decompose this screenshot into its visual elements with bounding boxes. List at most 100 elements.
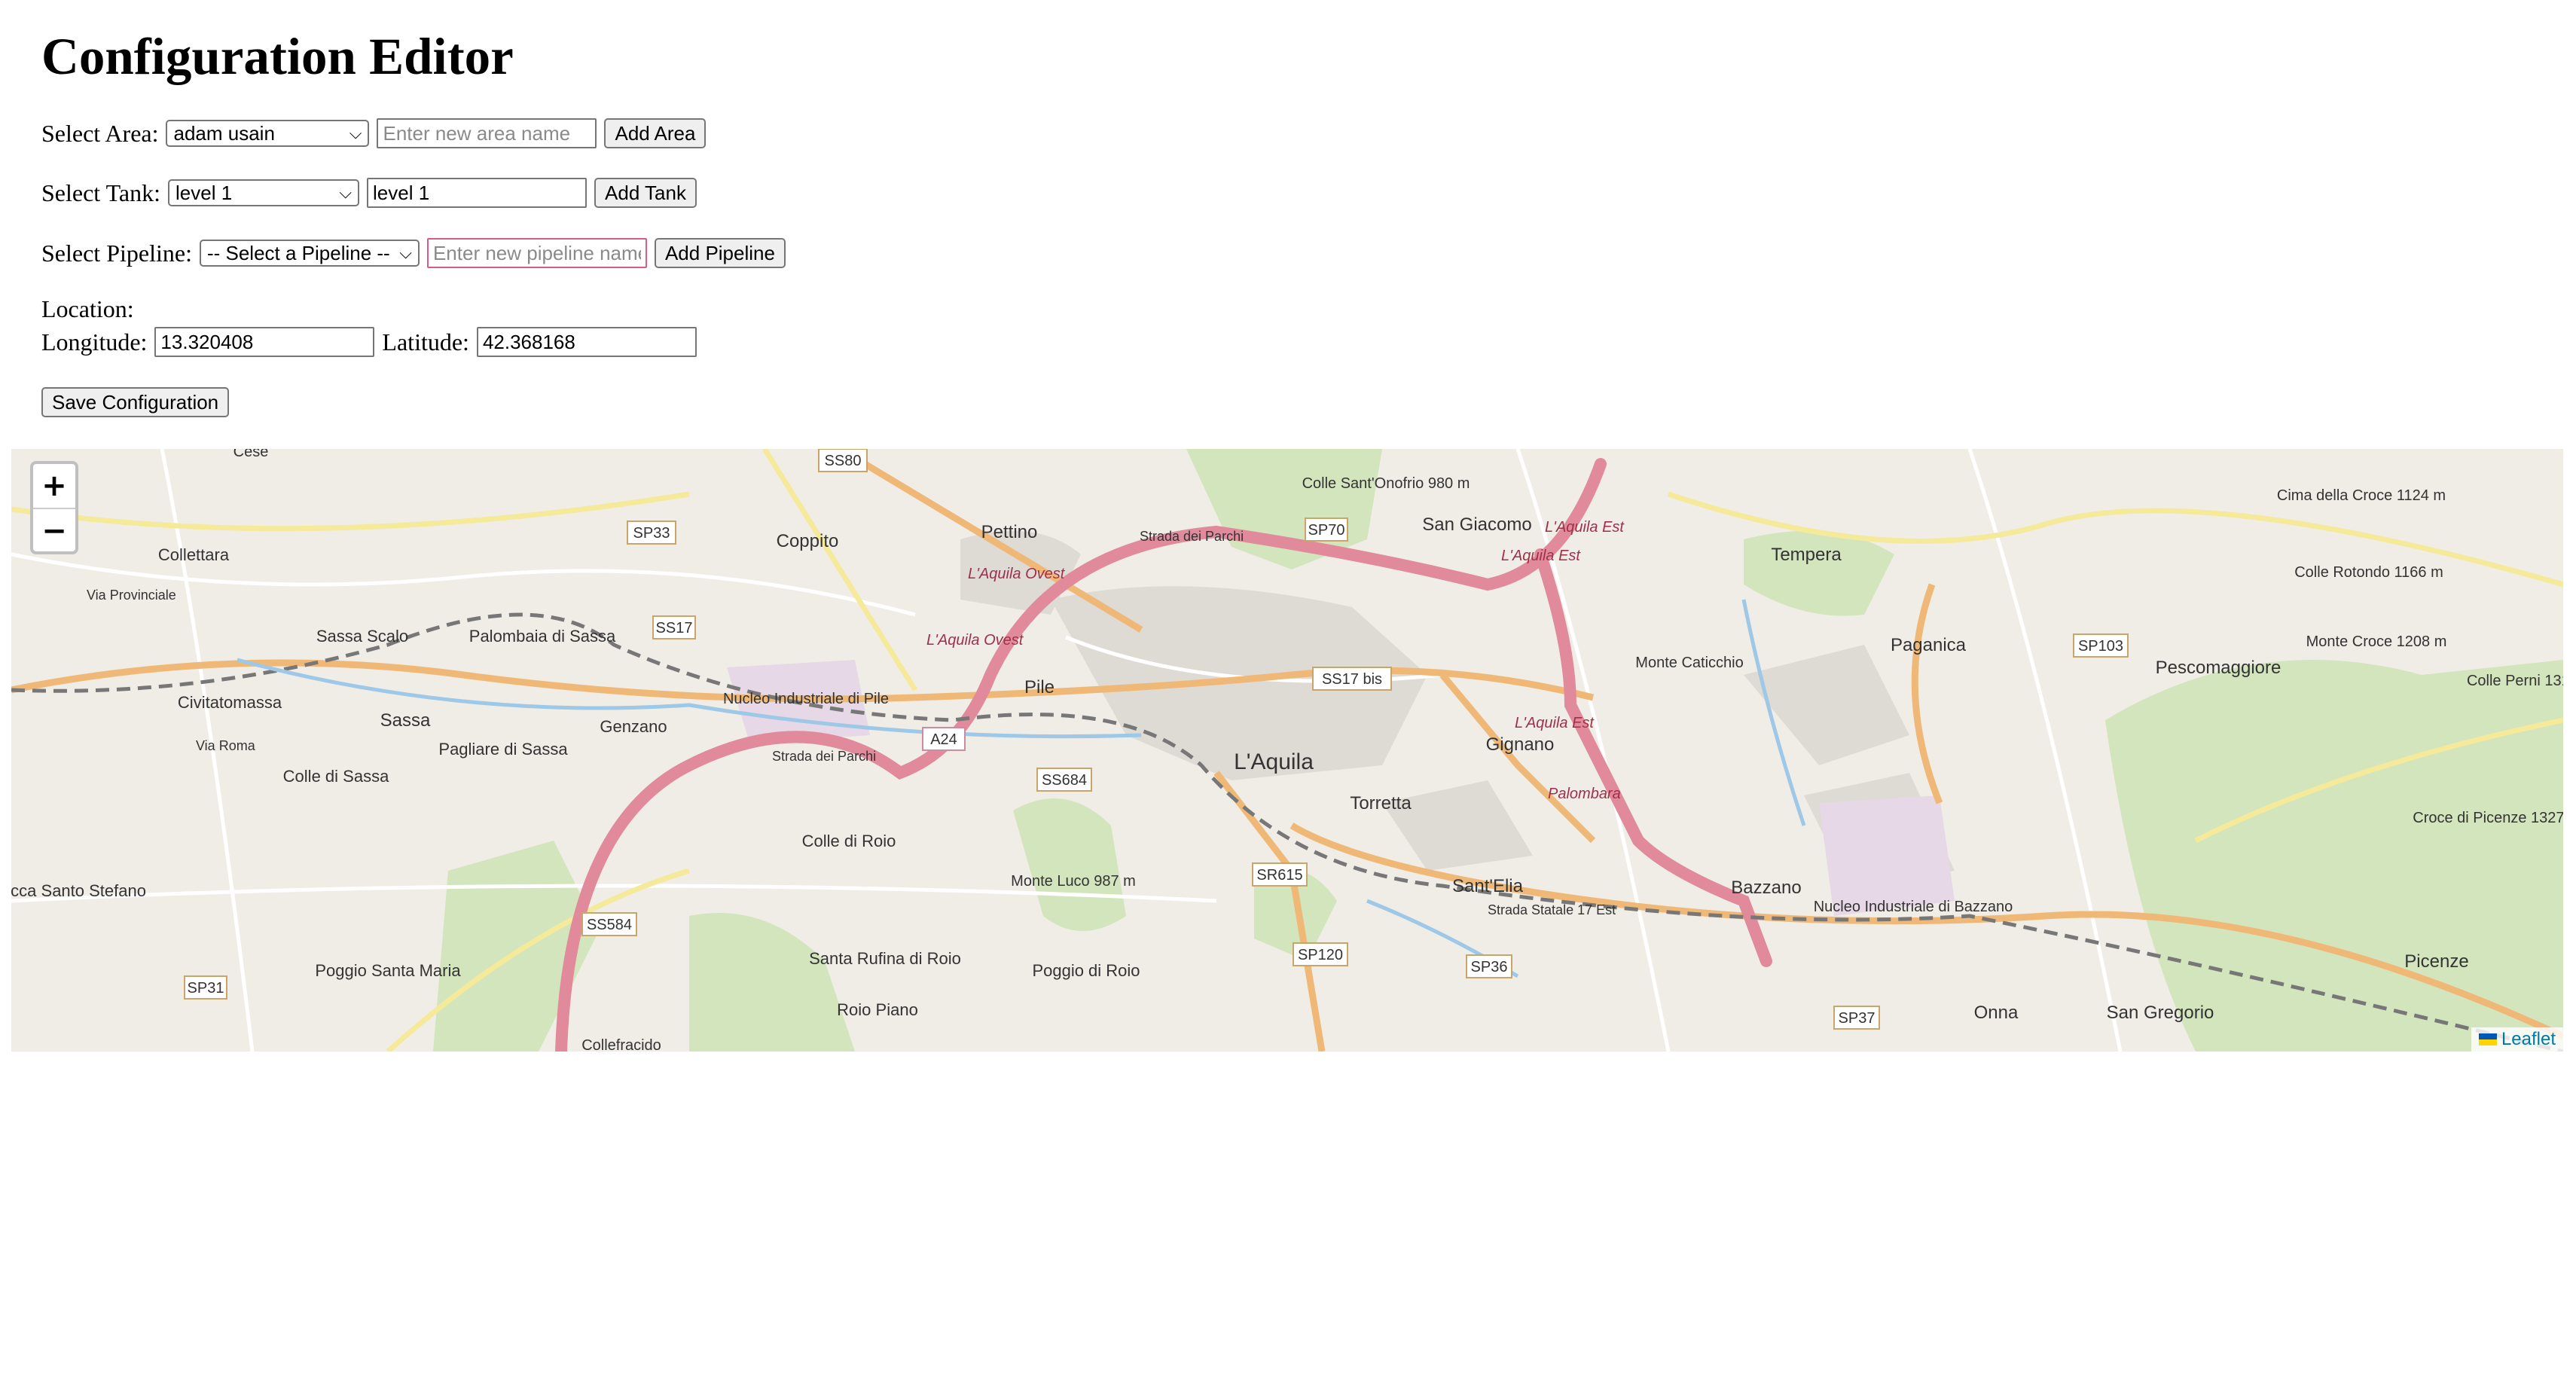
map-place-label: Collefracido [581,1037,661,1052]
new-tank-input[interactable] [367,178,588,208]
map-place-label: L'Aquila [1234,749,1314,774]
map-road-label: SS584 [587,917,632,933]
map[interactable]: L'Aquila Pettino Coppito San Giacomo Tem… [11,449,2563,1052]
map-place-label: Tempera [1771,545,1842,565]
map-place-label: Monte Caticchio [1635,655,1743,671]
area-label: Select Area: [41,119,159,147]
map-road-name: L'Aquila Est [1545,519,1625,536]
map-road-label: SP36 [1471,959,1508,975]
map-place-label: Colle Rotondo 1166 m [2294,564,2443,581]
map-place-label: Palombaia di Sassa [469,627,616,646]
map-road-label: SP70 [1308,522,1345,539]
map-tiles: L'Aquila Pettino Coppito San Giacomo Tem… [11,449,2563,1052]
pipeline-row: Select Pipeline: -- Select a Pipeline --… [41,237,786,270]
map-place-label: Onna [1974,1003,2019,1023]
map-road-name: Palombara [1548,786,1621,802]
new-area-input[interactable] [377,118,597,148]
chevron-down-icon: ⌵ [349,124,362,142]
ukraine-flag-icon [2478,1033,2497,1045]
map-road-label: SS684 [1042,772,1087,789]
map-place-label: Paganica [1891,635,1967,655]
map-place-label: Collettara [158,545,230,564]
map-place-label: Bazzano [1731,878,1801,898]
map-place-label: Picenze [2404,951,2468,972]
map-place-label: Genzano [600,717,667,736]
map-place-label: Nucleo Industriale di Bazzano [1814,899,2013,915]
map-road-label: SS17 bis [1322,671,1382,688]
tank-row: Select Tank: level 1 ⌵ Add Tank [41,176,697,209]
pipeline-select-value: -- Select a Pipeline -- [206,241,390,264]
add-tank-button[interactable]: Add Tank [594,178,697,208]
page-title: Configuration Editor [41,28,514,85]
map-road-label: SS80 [825,453,862,469]
tank-select[interactable]: level 1 ⌵ [168,179,360,206]
chevron-down-icon: ⌵ [339,183,353,202]
map-road-label: SP31 [188,980,224,997]
map-place-label: Santa Rufina di Roio [809,949,961,968]
map-place-label: Poggio di Roio [1032,961,1140,980]
new-pipeline-input[interactable] [426,238,647,268]
add-area-button[interactable]: Add Area [604,118,707,148]
map-road-name: Strada dei Parchi [1140,529,1244,544]
map-place-label: Coppito [777,531,839,551]
map-place-label: Colle di Sassa [283,767,389,786]
map-place-label: Torretta [1350,793,1412,813]
area-select[interactable]: adam usain ⌵ [166,120,370,147]
map-place-label: Gignano [1486,734,1555,755]
tank-label: Select Tank: [41,179,161,206]
map-place-label: Colle di Roio [802,832,896,850]
map-place-label: Croce di Picenze 1327 m [2413,810,2563,826]
map-place-label: Sassa [380,710,431,731]
map-place-label: Monte Croce 1208 m [2306,633,2447,650]
tank-select-value: level 1 [175,181,233,204]
map-attribution: Leaflet [2471,1027,2563,1052]
longitude-input[interactable] [154,327,375,357]
map-place-label: Roio Piano [837,1000,918,1019]
coordinates-row: Longitude: Latitude: [41,325,697,359]
map-place-label: Sant'Elia [1452,876,1524,896]
map-road-label: SS17 [656,620,693,636]
map-road-name: L'Aquila Est [1501,548,1581,564]
map-road-name: Via Provinciale [87,588,176,603]
map-place-label: Cese [233,449,269,460]
map-place-label: Colle Perni 1312 m [2467,673,2563,689]
area-select-value: adam usain [173,121,275,145]
map-place-label: Pescomaggiore [2156,658,2281,678]
map-road-label: SP120 [1298,947,1343,963]
pipeline-label: Select Pipeline: [41,239,192,267]
map-place-label: Cima della Croce 1124 m [2277,487,2446,504]
configuration-editor-page: Configuration Editor Select Area: adam u… [0,0,2576,1395]
chevron-down-icon: ⌵ [399,243,412,262]
map-road-name: L'Aquila Est [1515,715,1595,731]
map-road-label: A24 [930,731,957,748]
map-road-name: L'Aquila Ovest [926,632,1024,649]
add-pipeline-button[interactable]: Add Pipeline [654,238,786,268]
location-label: Location: [41,295,134,322]
map-place-label: Colle Sant'Onofrio 980 m [1302,475,1470,492]
map-place-label: Pettino [981,522,1038,542]
map-place-label: San Giacomo [1422,514,1531,535]
map-road-label: SP33 [633,525,670,542]
longitude-label: Longitude: [41,328,148,356]
map-road-name: Strada dei Parchi [772,749,876,764]
save-row: Save Configuration [41,386,230,419]
map-place-label: Sassa Scalo [316,627,408,646]
map-place-label: Civitatomassa [178,693,282,712]
zoom-in-button[interactable]: + [33,464,75,509]
zoom-out-button[interactable]: − [33,509,75,551]
map-place-label: Pagliare di Sassa [438,740,568,759]
map-road-label: SR615 [1256,867,1302,884]
map-place-label: Rocca Santo Stefano [11,881,146,900]
pipeline-select[interactable]: -- Select a Pipeline -- ⌵ [199,240,420,267]
latitude-input[interactable] [476,327,697,357]
map-place-label: Monte Luco 987 m [1011,873,1136,890]
save-configuration-button[interactable]: Save Configuration [41,387,230,417]
map-road-name: L'Aquila Ovest [968,566,1066,582]
map-road-label: SP37 [1839,1010,1876,1027]
latitude-label: Latitude: [382,328,469,356]
leaflet-link[interactable]: Leaflet [2501,1029,2556,1050]
map-place-label: Poggio Santa Maria [315,961,461,980]
map-road-name: Via Roma [196,738,256,753]
area-row: Select Area: adam usain ⌵ Add Area [41,117,707,150]
map-road-name: Strada Statale 17 Est [1488,902,1616,917]
